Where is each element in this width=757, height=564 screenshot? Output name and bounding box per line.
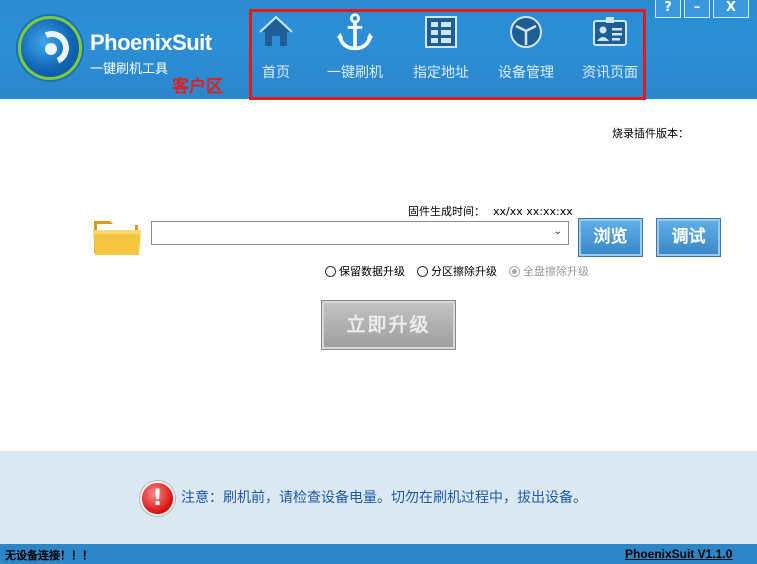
folder-icon[interactable] — [92, 215, 142, 256]
radio-partition-erase-label: 分区擦除升级 — [431, 265, 497, 278]
cube-icon — [506, 12, 546, 52]
connection-status: 无设备连接！！！ — [5, 549, 93, 562]
version-link[interactable]: PhoenixSuit V1.1.0 — [625, 547, 732, 561]
nav-news-page[interactable]: 资讯页面 — [570, 12, 650, 82]
close-button[interactable]: X — [713, 0, 749, 18]
upgrade-now-button: 立即升级 — [322, 301, 455, 349]
help-button[interactable]: ? — [655, 0, 681, 18]
brand-name: PhoenixSuit — [90, 30, 212, 55]
client-area-label: 客户区 — [172, 77, 223, 97]
home-icon — [256, 12, 296, 52]
browse-button[interactable]: 浏览 — [579, 219, 642, 256]
notice-panel: ! 注意：刷机前，请检查设备电量。切勿在刷机过程中，拔出设备。 — [0, 451, 757, 544]
alert-icon: ! — [140, 481, 175, 516]
notice-text: 注意：刷机前，请检查设备电量。切勿在刷机过程中，拔出设备。 — [181, 490, 587, 506]
app-header: PhoenixSuit 一键刷机工具 客户区 首页 一键刷机 指定地址 设备管理… — [0, 0, 757, 100]
debug-button[interactable]: 调试 — [657, 219, 720, 256]
plugin-version-label: 烧录插件版本： — [612, 127, 689, 140]
radio-partition-erase[interactable]: 分区擦除升级 — [417, 263, 497, 279]
firmware-time-label: 固件生成时间： — [408, 205, 485, 218]
chevron-down-icon[interactable]: ⌄ — [554, 226, 562, 237]
firmware-path-select[interactable]: ⌄ — [151, 221, 569, 245]
radio-circle[interactable] — [417, 265, 428, 277]
anchor-icon — [335, 12, 375, 52]
minimize-button[interactable]: – — [684, 0, 710, 18]
nav-device-management[interactable]: 设备管理 — [486, 12, 566, 82]
nav-one-click-flash-label: 一键刷机 — [327, 65, 383, 81]
brand-subtitle: 一键刷机工具 — [90, 62, 169, 77]
nav-home[interactable]: 首页 — [236, 12, 316, 82]
window-controls: ? – X — [655, 0, 749, 18]
upgrade-mode-options: 保留数据升级 分区擦除升级 全盘擦除升级 — [325, 263, 589, 279]
nav-specify-address[interactable]: 指定地址 — [401, 12, 481, 82]
phoenixsuit-logo-icon — [18, 16, 82, 80]
radio-keep-data-label: 保留数据升级 — [339, 265, 405, 278]
firmware-time-value: xx/xx xx:xx:xx — [493, 205, 573, 218]
radio-keep-data[interactable]: 保留数据升级 — [325, 263, 405, 279]
nav-one-click-flash[interactable]: 一键刷机 — [315, 12, 395, 82]
status-bar: 无设备连接！！！ PhoenixSuit V1.1.0 — [0, 544, 757, 564]
firmware-time: 固件生成时间： xx/xx xx:xx:xx — [408, 203, 573, 219]
nav-news-page-label: 资讯页面 — [582, 65, 638, 81]
nav-specify-address-label: 指定地址 — [413, 65, 469, 81]
radio-full-erase-label: 全盘擦除升级 — [523, 265, 589, 278]
radio-full-erase: 全盘擦除升级 — [509, 263, 589, 279]
nav-device-management-label: 设备管理 — [498, 65, 554, 81]
radio-circle — [509, 265, 520, 277]
grid-icon — [421, 12, 461, 52]
radio-circle[interactable] — [325, 265, 336, 277]
id-card-icon — [590, 12, 630, 52]
nav-home-label: 首页 — [262, 65, 290, 81]
